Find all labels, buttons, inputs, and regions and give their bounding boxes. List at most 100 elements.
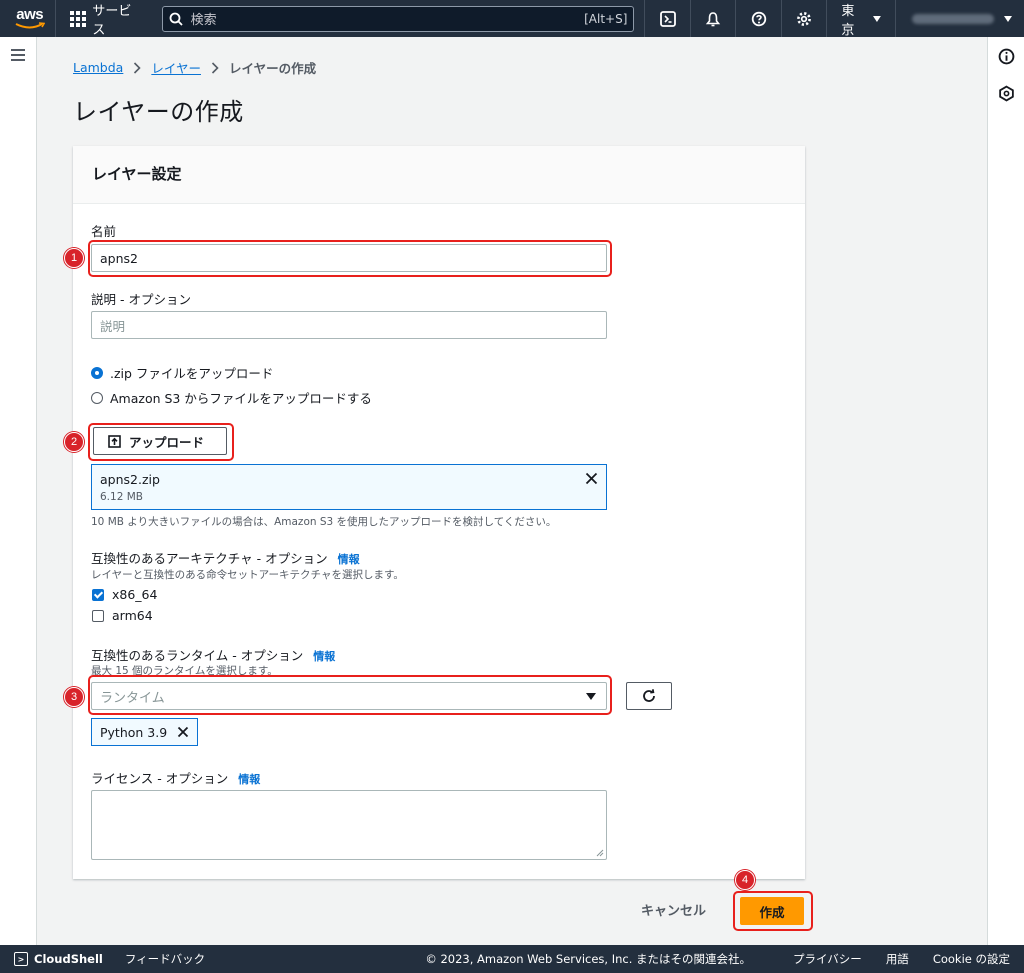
- bell-icon: [706, 11, 721, 26]
- upload-button[interactable]: アップロード: [93, 427, 227, 455]
- aws-logo-text: aws: [16, 5, 44, 23]
- runtime-info-link[interactable]: 情報: [313, 650, 335, 663]
- top-navigation-bar: aws サービス 検索 [Alt+S] 東京: [0, 0, 1024, 38]
- license-label: ライセンス - オプション: [91, 771, 229, 786]
- radio-upload-s3-label: Amazon S3 からファイルをアップロードする: [110, 391, 372, 406]
- right-tools-rail: [987, 37, 1024, 945]
- annotation-badge-3: 3: [64, 687, 84, 707]
- runtime-token-label: Python 3.9: [100, 724, 168, 740]
- file-size-hint: 10 MB より大きいファイルの場合は、Amazon S3 を使用したアップロー…: [91, 516, 557, 528]
- checkbox-x86-64-label: x86_64: [112, 587, 158, 602]
- breadcrumb: Lambda レイヤー レイヤーの作成: [73, 58, 316, 77]
- upload-button-label: アップロード: [129, 434, 205, 450]
- annotation-badge-4: 4: [735, 870, 755, 890]
- shortcuts-icon[interactable]: [998, 85, 1015, 102]
- close-icon: [585, 472, 598, 485]
- caret-down-icon: [1003, 15, 1012, 22]
- region-label: 東京: [841, 3, 855, 38]
- breadcrumb-current: レイヤーの作成: [228, 61, 317, 76]
- architecture-info-link[interactable]: 情報: [338, 553, 360, 566]
- menu-icon[interactable]: [11, 49, 25, 61]
- resize-grip-icon[interactable]: [596, 849, 604, 857]
- description-field[interactable]: 説明: [91, 311, 607, 339]
- copyright-text: © 2023, Amazon Web Services, Inc. またはその関…: [425, 952, 752, 966]
- search-shortcut: [Alt+S]: [584, 11, 628, 26]
- breadcrumb-lambda-link[interactable]: Lambda: [73, 60, 123, 75]
- services-label: サービス: [92, 3, 132, 38]
- refresh-icon: [643, 689, 655, 702]
- upload-icon: [108, 434, 121, 448]
- search-icon: [169, 12, 183, 26]
- annotation-badge-1: 1: [64, 248, 84, 268]
- left-navigation-rail: [0, 37, 37, 945]
- checkbox-x86-64[interactable]: x86_64: [92, 587, 157, 602]
- checkbox-unchecked-icon: [92, 609, 104, 622]
- checkbox-arm64[interactable]: arm64: [92, 608, 153, 623]
- architecture-description: レイヤーと互換性のある命令セットアーキテクチャを選択します。: [91, 569, 404, 581]
- grid-icon: [70, 10, 87, 27]
- runtime-label-row: 互換性のあるランタイム - オプション 情報: [91, 645, 335, 664]
- chevron-right-icon: [134, 61, 141, 74]
- architecture-label: 互換性のあるアーキテクチャ - オプション: [91, 551, 328, 566]
- search-placeholder: 検索: [190, 13, 217, 28]
- caret-down-icon: [586, 693, 596, 700]
- file-size: 6.12 MB: [100, 491, 143, 503]
- cloudshell-icon: [659, 10, 676, 27]
- description-label: 説明 - オプション: [91, 292, 191, 307]
- terms-link[interactable]: 用語: [874, 951, 921, 967]
- aws-logo[interactable]: aws: [0, 0, 55, 37]
- name-label: 名前: [91, 224, 117, 239]
- refresh-runtimes-button[interactable]: [626, 682, 672, 710]
- remove-runtime-token-button[interactable]: [177, 726, 189, 738]
- radio-upload-zip[interactable]: .zip ファイルをアップロード: [91, 363, 273, 382]
- runtime-select-placeholder: ランタイム: [100, 690, 165, 706]
- cloudshell-button[interactable]: > CloudShell: [0, 945, 115, 973]
- search-input[interactable]: 検索 [Alt+S]: [161, 5, 635, 32]
- close-icon: [178, 726, 189, 738]
- notifications-button[interactable]: [689, 0, 736, 37]
- panel-header: レイヤー設定: [73, 146, 805, 204]
- caret-down-icon: [873, 15, 881, 22]
- runtime-token: Python 3.9: [91, 718, 199, 746]
- uploaded-file-card: apns2.zip 6.12 MB: [91, 464, 607, 510]
- runtime-description: 最大 15 個のランタイムを選択します。: [91, 665, 278, 677]
- privacy-link[interactable]: プライバシー: [781, 951, 874, 967]
- runtime-label: 互換性のあるランタイム - オプション: [91, 648, 304, 663]
- name-field[interactable]: apns2: [91, 244, 607, 272]
- breadcrumb-layers-link[interactable]: レイヤー: [151, 58, 201, 77]
- radio-unselected-icon: [91, 391, 103, 404]
- region-selector[interactable]: 東京: [826, 0, 895, 38]
- info-icon[interactable]: [998, 48, 1015, 65]
- runtime-select[interactable]: ランタイム: [91, 682, 607, 710]
- help-button[interactable]: [735, 0, 781, 37]
- remove-file-button[interactable]: [585, 472, 598, 489]
- cloudshell-nav-button[interactable]: [644, 0, 690, 37]
- license-label-row: ライセンス - オプション 情報: [91, 768, 260, 787]
- annotation-badge-2: 2: [64, 432, 84, 452]
- chevron-right-icon: [211, 61, 219, 74]
- radio-selected-icon: [91, 366, 103, 379]
- checkbox-checked-icon: [92, 588, 104, 601]
- cloudshell-icon: >: [14, 952, 28, 966]
- settings-button[interactable]: [780, 0, 827, 37]
- bottom-footer-bar: > CloudShell フィードバック © 2023, Amazon Web …: [0, 945, 1024, 973]
- account-name-redacted: [911, 13, 994, 24]
- feedback-link[interactable]: フィードバック: [115, 951, 215, 967]
- architecture-label-row: 互換性のあるアーキテクチャ - オプション 情報: [91, 548, 360, 567]
- gear-icon: [797, 11, 812, 26]
- page-title: レイヤーの作成: [73, 98, 244, 126]
- radio-upload-zip-label: .zip ファイルをアップロード: [110, 366, 274, 381]
- license-textarea[interactable]: [91, 790, 607, 860]
- cookie-settings-link[interactable]: Cookie の設定: [921, 951, 1024, 967]
- account-menu[interactable]: [894, 0, 1024, 37]
- radio-upload-s3[interactable]: Amazon S3 からファイルをアップロードする: [91, 388, 372, 407]
- aws-smile-icon: [15, 21, 45, 28]
- file-name: apns2.zip: [100, 472, 160, 487]
- license-info-link[interactable]: 情報: [238, 773, 260, 786]
- create-button[interactable]: 作成: [740, 897, 804, 925]
- checkbox-arm64-label: arm64: [112, 608, 153, 623]
- cancel-button[interactable]: キャンセル: [641, 900, 706, 919]
- cloudshell-label: CloudShell: [34, 952, 103, 966]
- help-icon: [751, 11, 766, 26]
- services-menu-button[interactable]: サービス: [56, 0, 153, 38]
